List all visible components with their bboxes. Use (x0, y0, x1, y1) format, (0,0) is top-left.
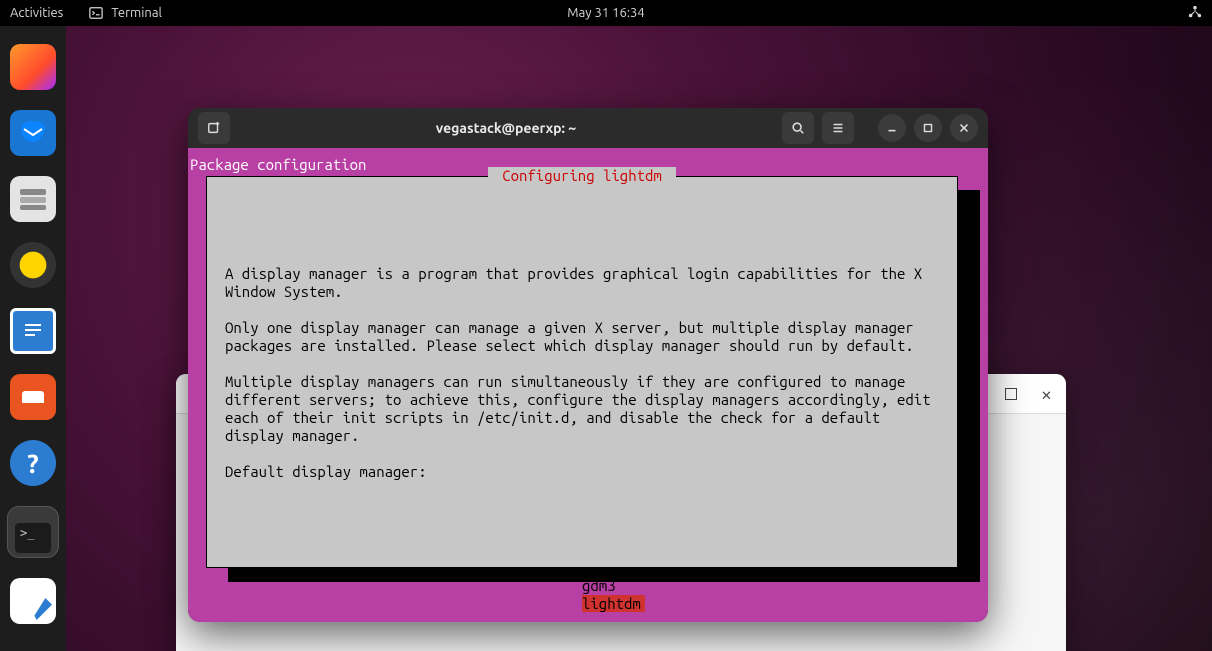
search-button[interactable] (782, 112, 814, 144)
network-icon (1188, 5, 1202, 19)
dialog-legend: Configuring lightdm (488, 167, 676, 185)
writer-icon (21, 319, 45, 343)
activities-button[interactable]: Activities (10, 6, 63, 20)
close-button[interactable]: × (1041, 382, 1052, 405)
minimize-button[interactable] (878, 114, 906, 142)
dialog-options: gdm3 lightdm (225, 541, 939, 622)
thunderbird-icon (18, 118, 48, 148)
maximize-icon (921, 121, 935, 135)
topbar-left: Activities Terminal (10, 6, 162, 20)
new-tab-icon (207, 121, 221, 135)
hamburger-menu-button[interactable] (822, 112, 854, 144)
search-icon (791, 121, 805, 135)
dialog-paragraph: Default display manager: (225, 463, 427, 480)
dock-rhythmbox[interactable] (10, 242, 56, 288)
close-icon (957, 121, 971, 135)
dock: ? >_ (0, 26, 66, 651)
hamburger-icon (831, 121, 845, 135)
new-tab-button[interactable] (198, 112, 230, 144)
close-button[interactable] (950, 114, 978, 142)
topbar-status-area[interactable] (1188, 5, 1202, 22)
dialog-paragraph: Only one display manager can manage a gi… (225, 319, 922, 354)
topbar-clock[interactable]: May 31 16:34 (567, 6, 644, 20)
debconf-dialog: Configuring lightdm A display manager is… (206, 176, 958, 568)
files-icon (18, 186, 48, 212)
maximize-button[interactable] (914, 114, 942, 142)
terminal-prompt-glyph: >_ (15, 523, 51, 553)
dock-text-editor[interactable] (10, 578, 56, 624)
option-lightdm[interactable]: lightdm (582, 595, 645, 612)
dock-files[interactable] (10, 176, 56, 222)
gnome-topbar: Activities Terminal May 31 16:34 (0, 0, 1212, 26)
terminal-title: vegastack@peerxp: ~ (238, 120, 774, 136)
terminal-window: vegastack@peerxp: ~ P (188, 108, 988, 622)
dialog-paragraph: Multiple display managers can run simult… (225, 373, 939, 444)
dialog-paragraph: A display manager is a program that prov… (225, 265, 931, 300)
topbar-app-menu[interactable]: Terminal (89, 6, 162, 20)
dialog-body: A display manager is a program that prov… (225, 247, 939, 499)
dock-ubuntu-software[interactable] (10, 374, 56, 420)
terminal-icon (89, 6, 103, 20)
terminal-titlebar: vegastack@peerxp: ~ (188, 108, 988, 148)
dock-terminal[interactable]: >_ (7, 506, 59, 558)
dock-libreoffice-writer[interactable] (10, 308, 56, 354)
help-glyph: ? (27, 449, 38, 478)
terminal-body[interactable]: Package configuration Configuring lightd… (188, 148, 988, 622)
desktop-wallpaper: × vegastack@peerxp: ~ (66, 26, 1212, 651)
dock-help[interactable]: ? (10, 440, 56, 486)
topbar-app-label: Terminal (111, 6, 162, 20)
minimize-icon (885, 121, 899, 135)
maximize-icon[interactable] (1005, 388, 1017, 400)
option-gdm3[interactable]: gdm3 (582, 577, 616, 594)
dock-thunderbird[interactable] (10, 110, 56, 156)
dock-firefox[interactable] (10, 44, 56, 90)
